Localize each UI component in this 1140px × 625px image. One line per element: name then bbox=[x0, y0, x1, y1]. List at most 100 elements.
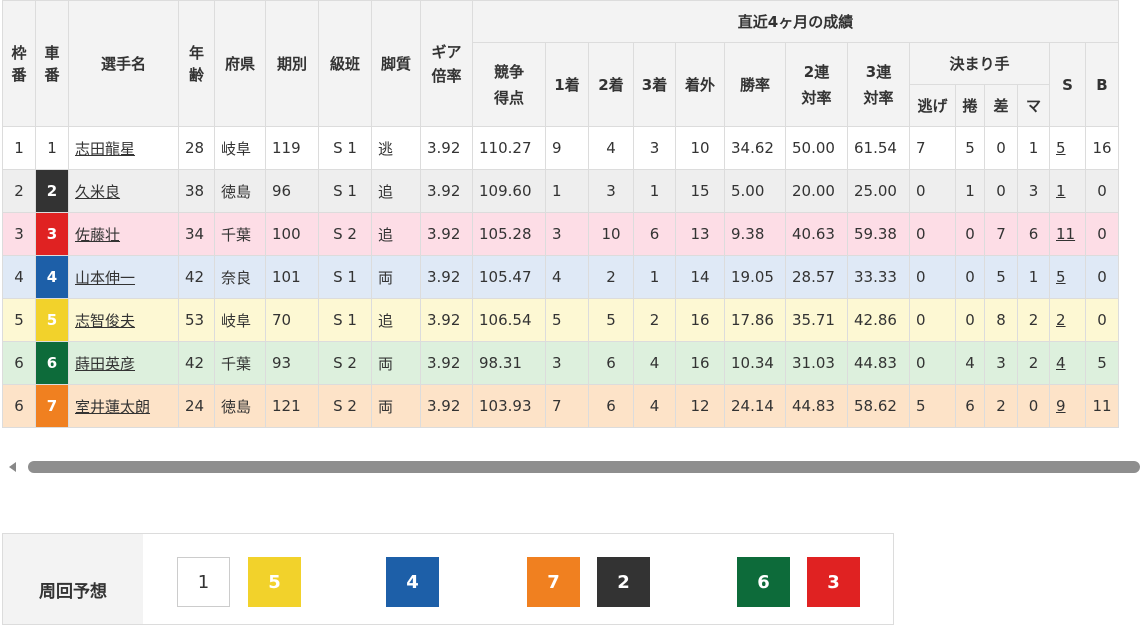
header-win-rate: 勝率 bbox=[724, 42, 786, 127]
cell-makuri: 1 bbox=[955, 169, 985, 213]
cell-age: 24 bbox=[178, 384, 215, 428]
cell-makuri: 0 bbox=[955, 298, 985, 342]
prediction-box: 4 bbox=[386, 557, 439, 607]
cell-age: 34 bbox=[178, 212, 215, 256]
cell-b: 0 bbox=[1085, 298, 1119, 342]
header-kimarite: 決まり手 bbox=[909, 42, 1050, 85]
cell-waku: 5 bbox=[2, 298, 36, 342]
scroll-left-arrow-icon[interactable] bbox=[9, 462, 16, 472]
cell-nige: 0 bbox=[909, 169, 956, 213]
header-trio-text: 3連対率 bbox=[863, 62, 894, 107]
cell-b: 0 bbox=[1085, 255, 1119, 299]
cell-sashi: 7 bbox=[984, 212, 1018, 256]
s-count-link[interactable]: 5 bbox=[1056, 268, 1066, 286]
s-count-link[interactable]: 11 bbox=[1056, 225, 1075, 243]
bike-number-badge: 5 bbox=[36, 299, 68, 341]
cell-second: 6 bbox=[588, 384, 634, 428]
bike-number-badge: 2 bbox=[36, 170, 68, 212]
cell-gear: 3.92 bbox=[420, 255, 473, 299]
prediction-box-number: 4 bbox=[406, 571, 419, 593]
cell-waku: 6 bbox=[2, 384, 36, 428]
cell-quinella: 44.83 bbox=[785, 384, 848, 428]
cell-first: 3 bbox=[545, 341, 589, 385]
cell-nige: 0 bbox=[909, 212, 956, 256]
cell-s: 9 bbox=[1049, 384, 1086, 428]
rider-name-link[interactable]: 志田龍星 bbox=[75, 140, 135, 158]
header-makuri: 捲 bbox=[955, 84, 985, 127]
s-count-link[interactable]: 2 bbox=[1056, 311, 1066, 329]
cell-out: 16 bbox=[675, 298, 725, 342]
cell-pref: 奈良 bbox=[214, 255, 266, 299]
cell-s: 4 bbox=[1049, 341, 1086, 385]
header-score: 競争得点 bbox=[472, 42, 546, 127]
table-row: 5 5 志智俊夫 53 岐阜 70 S 1 追 3.92 106.54 5 5 2 16 17.86 35.7… bbox=[2, 298, 1119, 342]
cell-sashi: 2 bbox=[984, 384, 1018, 428]
bike-number-badge: 6 bbox=[36, 342, 68, 384]
cell-pref: 千葉 bbox=[214, 341, 266, 385]
rider-name-link[interactable]: 室井蓮太朗 bbox=[75, 398, 150, 416]
cell-win-rate: 34.62 bbox=[724, 126, 786, 170]
cell-makuri: 4 bbox=[955, 341, 985, 385]
s-count-link[interactable]: 4 bbox=[1056, 354, 1066, 372]
cell-nige: 0 bbox=[909, 298, 956, 342]
cell-period: 70 bbox=[265, 298, 319, 342]
header-age: 年齢 bbox=[178, 0, 215, 127]
cell-score: 110.27 bbox=[472, 126, 546, 170]
cell-nige: 0 bbox=[909, 255, 956, 299]
header-s: S bbox=[1049, 42, 1086, 127]
cell-quinella: 20.00 bbox=[785, 169, 848, 213]
lap-prediction: 周回予想 1 5 4 7 2 6 3 bbox=[2, 533, 894, 625]
cell-first: 1 bbox=[545, 169, 589, 213]
rider-name-link[interactable]: 佐藤壮 bbox=[75, 226, 120, 244]
cell-third: 4 bbox=[633, 384, 676, 428]
cell-score: 103.93 bbox=[472, 384, 546, 428]
cell-mark: 1 bbox=[1017, 255, 1050, 299]
cell-sashi: 5 bbox=[984, 255, 1018, 299]
cell-waku: 1 bbox=[2, 126, 36, 170]
cell-third: 2 bbox=[633, 298, 676, 342]
cell-b: 0 bbox=[1085, 212, 1119, 256]
cell-sha: 4 bbox=[35, 255, 69, 299]
cell-gear: 3.92 bbox=[420, 126, 473, 170]
header-trio: 3連対率 bbox=[847, 42, 910, 127]
cell-mark: 3 bbox=[1017, 169, 1050, 213]
cell-third: 6 bbox=[633, 212, 676, 256]
header-quinella-text: 2連対率 bbox=[801, 62, 832, 107]
s-count-link[interactable]: 1 bbox=[1056, 182, 1066, 200]
cell-name: 室井蓮太朗 bbox=[68, 384, 179, 428]
header-name: 選手名 bbox=[68, 0, 179, 127]
cell-s: 11 bbox=[1049, 212, 1086, 256]
cell-sha: 7 bbox=[35, 384, 69, 428]
cell-trio: 61.54 bbox=[847, 126, 910, 170]
header-sashi: 差 bbox=[984, 84, 1018, 127]
cell-makuri: 0 bbox=[955, 212, 985, 256]
cell-first: 7 bbox=[545, 384, 589, 428]
table-row: 1 1 志田龍星 28 岐阜 119 S 1 逃 3.92 110.27 9 4 3 10 34.62 50.… bbox=[2, 126, 1119, 170]
cell-leg: 追 bbox=[371, 298, 421, 342]
header-score-text: 競争得点 bbox=[493, 62, 524, 107]
rider-name-link[interactable]: 山本伸一 bbox=[75, 269, 135, 287]
rider-name-link[interactable]: 蒔田英彦 bbox=[75, 355, 135, 373]
cell-b: 5 bbox=[1085, 341, 1119, 385]
cell-name: 佐藤壮 bbox=[68, 212, 179, 256]
cell-nige: 0 bbox=[909, 341, 956, 385]
s-count-link[interactable]: 5 bbox=[1056, 139, 1066, 157]
cell-sha: 2 bbox=[35, 169, 69, 213]
s-count-link[interactable]: 9 bbox=[1056, 397, 1066, 415]
cell-leg: 追 bbox=[371, 169, 421, 213]
cell-age: 42 bbox=[178, 255, 215, 299]
prediction-box-number: 2 bbox=[617, 571, 630, 593]
rider-name-link[interactable]: 志智俊夫 bbox=[75, 312, 135, 330]
cell-mark: 6 bbox=[1017, 212, 1050, 256]
cell-trio: 59.38 bbox=[847, 212, 910, 256]
cell-period: 101 bbox=[265, 255, 319, 299]
cell-trio: 58.62 bbox=[847, 384, 910, 428]
cell-class: S 2 bbox=[318, 384, 372, 428]
horizontal-scrollbar[interactable] bbox=[0, 457, 1140, 477]
header-recent: 直近4ヶ月の成績 bbox=[472, 0, 1119, 43]
scrollbar-thumb[interactable] bbox=[28, 461, 1140, 473]
header-nige: 逃げ bbox=[909, 84, 956, 127]
rider-name-link[interactable]: 久米良 bbox=[75, 183, 120, 201]
cell-pref: 岐阜 bbox=[214, 298, 266, 342]
cell-name: 山本伸一 bbox=[68, 255, 179, 299]
